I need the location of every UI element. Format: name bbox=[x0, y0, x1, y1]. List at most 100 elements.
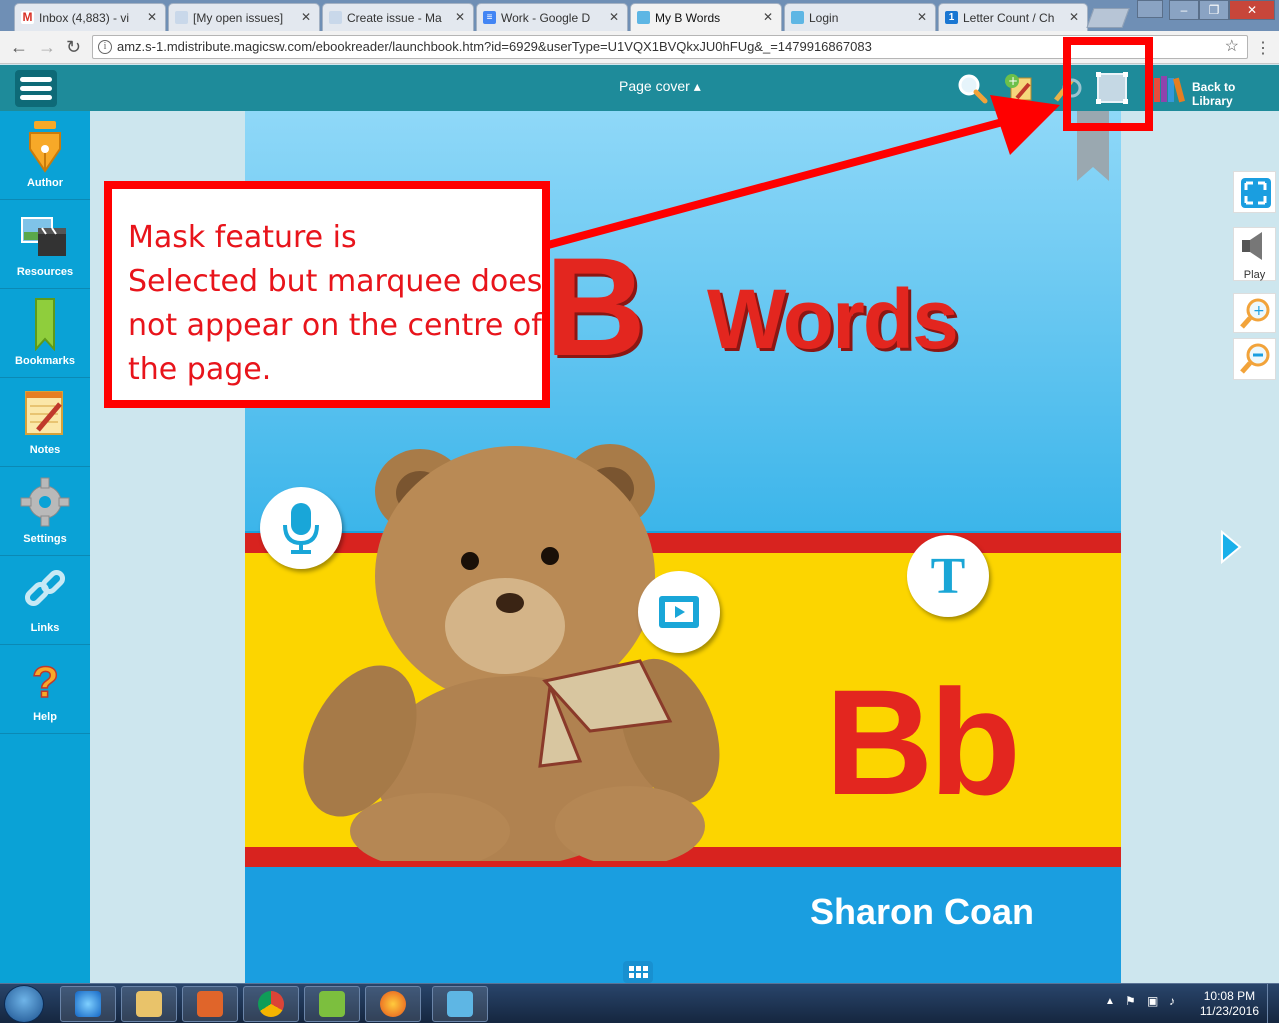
back-arrow-icon[interactable]: ← bbox=[10, 37, 28, 58]
annotation-arrow bbox=[546, 95, 1060, 249]
sidebar-item-links[interactable]: Links bbox=[0, 556, 90, 645]
big-letters-bb: Bb bbox=[825, 658, 1021, 826]
url-text: amz.s-1.mdistribute.magicsw.com/ebookrea… bbox=[117, 39, 872, 54]
jira-icon bbox=[329, 11, 342, 24]
media-resources-icon bbox=[21, 217, 66, 256]
show-desktop-button[interactable] bbox=[1267, 984, 1279, 1023]
info-icon[interactable]: i bbox=[98, 40, 112, 54]
bookmark-icon bbox=[35, 298, 55, 351]
close-icon[interactable]: ✕ bbox=[1069, 10, 1079, 24]
google-docs-icon: ≡ bbox=[483, 11, 496, 24]
question-mark-icon: ? bbox=[31, 657, 59, 707]
library-books-icon[interactable] bbox=[1152, 72, 1188, 104]
reload-icon[interactable]: ↻ bbox=[66, 37, 81, 58]
hamburger-menu-button[interactable] bbox=[15, 70, 57, 107]
narration-button[interactable] bbox=[260, 487, 342, 569]
bookmark-star-icon[interactable]: ☆ bbox=[1225, 36, 1239, 58]
book-author: Sharon Coan bbox=[810, 891, 1035, 932]
notepad-icon bbox=[25, 391, 63, 435]
new-tab-button[interactable] bbox=[1086, 8, 1130, 28]
close-icon[interactable]: ✕ bbox=[763, 10, 773, 24]
back-to-library-link[interactable]: Back to Library bbox=[1192, 80, 1279, 108]
firefox-icon bbox=[380, 991, 406, 1017]
gear-icon bbox=[20, 477, 70, 527]
start-button[interactable] bbox=[4, 985, 44, 1023]
microphone-icon bbox=[283, 503, 319, 554]
sidebar-item-author[interactable]: Author bbox=[0, 111, 90, 200]
sidebar-item-resources[interactable]: Resources bbox=[0, 200, 90, 289]
window-close-button[interactable]: ✕ bbox=[1229, 0, 1275, 20]
close-icon[interactable]: ✕ bbox=[917, 10, 927, 24]
magic-app-icon bbox=[637, 11, 650, 24]
taskbar-app[interactable] bbox=[304, 986, 360, 1022]
magic-app-icon bbox=[447, 991, 473, 1017]
close-icon[interactable]: ✕ bbox=[147, 10, 157, 24]
play-label: Play bbox=[1243, 269, 1266, 281]
tab-inbox[interactable]: M Inbox (4,883) - vi ✕ bbox=[14, 3, 166, 31]
tab-label: Create issue - Ma bbox=[347, 10, 442, 25]
play-tool[interactable]: Play bbox=[1233, 227, 1276, 281]
tab-label: Work - Google D bbox=[501, 10, 591, 25]
taskbar-app[interactable] bbox=[182, 986, 238, 1022]
tab-login[interactable]: Login ✕ bbox=[784, 3, 936, 31]
close-icon[interactable]: ✕ bbox=[301, 10, 311, 24]
action-center-flag-icon[interactable]: ⚑ bbox=[1125, 994, 1136, 1008]
zoom-out-tool[interactable] bbox=[1233, 338, 1276, 380]
zoom-in-tool[interactable]: + bbox=[1233, 293, 1276, 333]
network-icon[interactable]: ▣ bbox=[1147, 994, 1158, 1008]
text-t-icon: T bbox=[930, 547, 966, 605]
minimize-button[interactable]: – bbox=[1169, 0, 1199, 20]
taskbar-app[interactable] bbox=[60, 986, 116, 1022]
fullscreen-tool[interactable] bbox=[1233, 171, 1276, 213]
pen-nib-icon bbox=[29, 121, 61, 173]
text-button[interactable]: T bbox=[907, 535, 989, 617]
jira-icon bbox=[175, 11, 188, 24]
sidebar-item-settings[interactable]: Settings bbox=[0, 467, 90, 556]
zoom-out-icon bbox=[1240, 343, 1270, 374]
sidebar-item-help[interactable]: ? Help bbox=[0, 645, 90, 734]
number-one-icon: 1 bbox=[945, 11, 958, 24]
tab-my-b-words[interactable]: My B Words ✕ bbox=[630, 3, 782, 31]
tab-work-google-docs[interactable]: ≡ Work - Google D ✕ bbox=[476, 3, 628, 31]
page-thumbnails-icon[interactable] bbox=[623, 961, 653, 983]
tab-label: Login bbox=[809, 10, 839, 25]
zoom-in-icon: + bbox=[1240, 298, 1270, 329]
window-controls: – ❐ ✕ bbox=[1169, 0, 1275, 20]
speaker-icon bbox=[1242, 232, 1262, 260]
tray-expand-icon[interactable]: ▲ bbox=[1105, 996, 1115, 1007]
sidebar-item-label: Settings bbox=[23, 533, 67, 545]
chrome-icon bbox=[258, 991, 284, 1017]
tab-create-issue[interactable]: Create issue - Ma ✕ bbox=[322, 3, 474, 31]
next-page-arrow-icon[interactable] bbox=[1218, 530, 1244, 564]
tab-my-open-issues[interactable]: [My open issues] ✕ bbox=[168, 3, 320, 31]
user-profile-button[interactable] bbox=[1137, 0, 1163, 18]
taskbar-app[interactable] bbox=[365, 986, 421, 1022]
fullscreen-icon bbox=[1241, 178, 1271, 208]
taskbar-app[interactable] bbox=[432, 986, 488, 1022]
forward-arrow-icon[interactable]: → bbox=[38, 37, 56, 58]
sidebar-item-label: Links bbox=[30, 622, 60, 634]
taskbar-app[interactable] bbox=[121, 986, 177, 1022]
sidebar-item-notes[interactable]: Notes bbox=[0, 378, 90, 467]
volume-icon[interactable]: ♪ bbox=[1169, 994, 1175, 1008]
windows-taskbar: ▲ ⚑ ▣ ♪ 10:08 PM 11/23/2016 bbox=[0, 983, 1279, 1023]
tab-label: Letter Count / Ch bbox=[963, 10, 1055, 25]
close-icon[interactable]: ✕ bbox=[455, 10, 465, 24]
svg-text:+: + bbox=[1253, 303, 1265, 319]
file-explorer-icon bbox=[136, 991, 162, 1017]
taskbar-app[interactable] bbox=[243, 986, 299, 1022]
video-button[interactable] bbox=[638, 571, 720, 653]
sidebar-item-bookmarks[interactable]: Bookmarks bbox=[0, 289, 90, 378]
tab-letter-count[interactable]: 1 Letter Count / Ch ✕ bbox=[938, 3, 1088, 31]
annotation-callout-text: Mask feature is Selected but marquee doe… bbox=[128, 220, 543, 387]
close-icon[interactable]: ✕ bbox=[609, 10, 619, 24]
system-clock[interactable]: 10:08 PM 11/23/2016 bbox=[1200, 989, 1259, 1019]
browser-menu-icon[interactable]: ⋮ bbox=[1255, 38, 1271, 58]
browser-tab-strip: M Inbox (4,883) - vi ✕ [My open issues] … bbox=[0, 0, 1279, 31]
restore-button[interactable]: ❐ bbox=[1199, 0, 1229, 20]
sidebar-item-label: Author bbox=[26, 177, 64, 189]
tab-label: [My open issues] bbox=[193, 10, 284, 25]
svg-text:?: ? bbox=[32, 658, 59, 707]
gmail-icon: M bbox=[21, 10, 34, 24]
film-video-icon bbox=[659, 596, 699, 628]
